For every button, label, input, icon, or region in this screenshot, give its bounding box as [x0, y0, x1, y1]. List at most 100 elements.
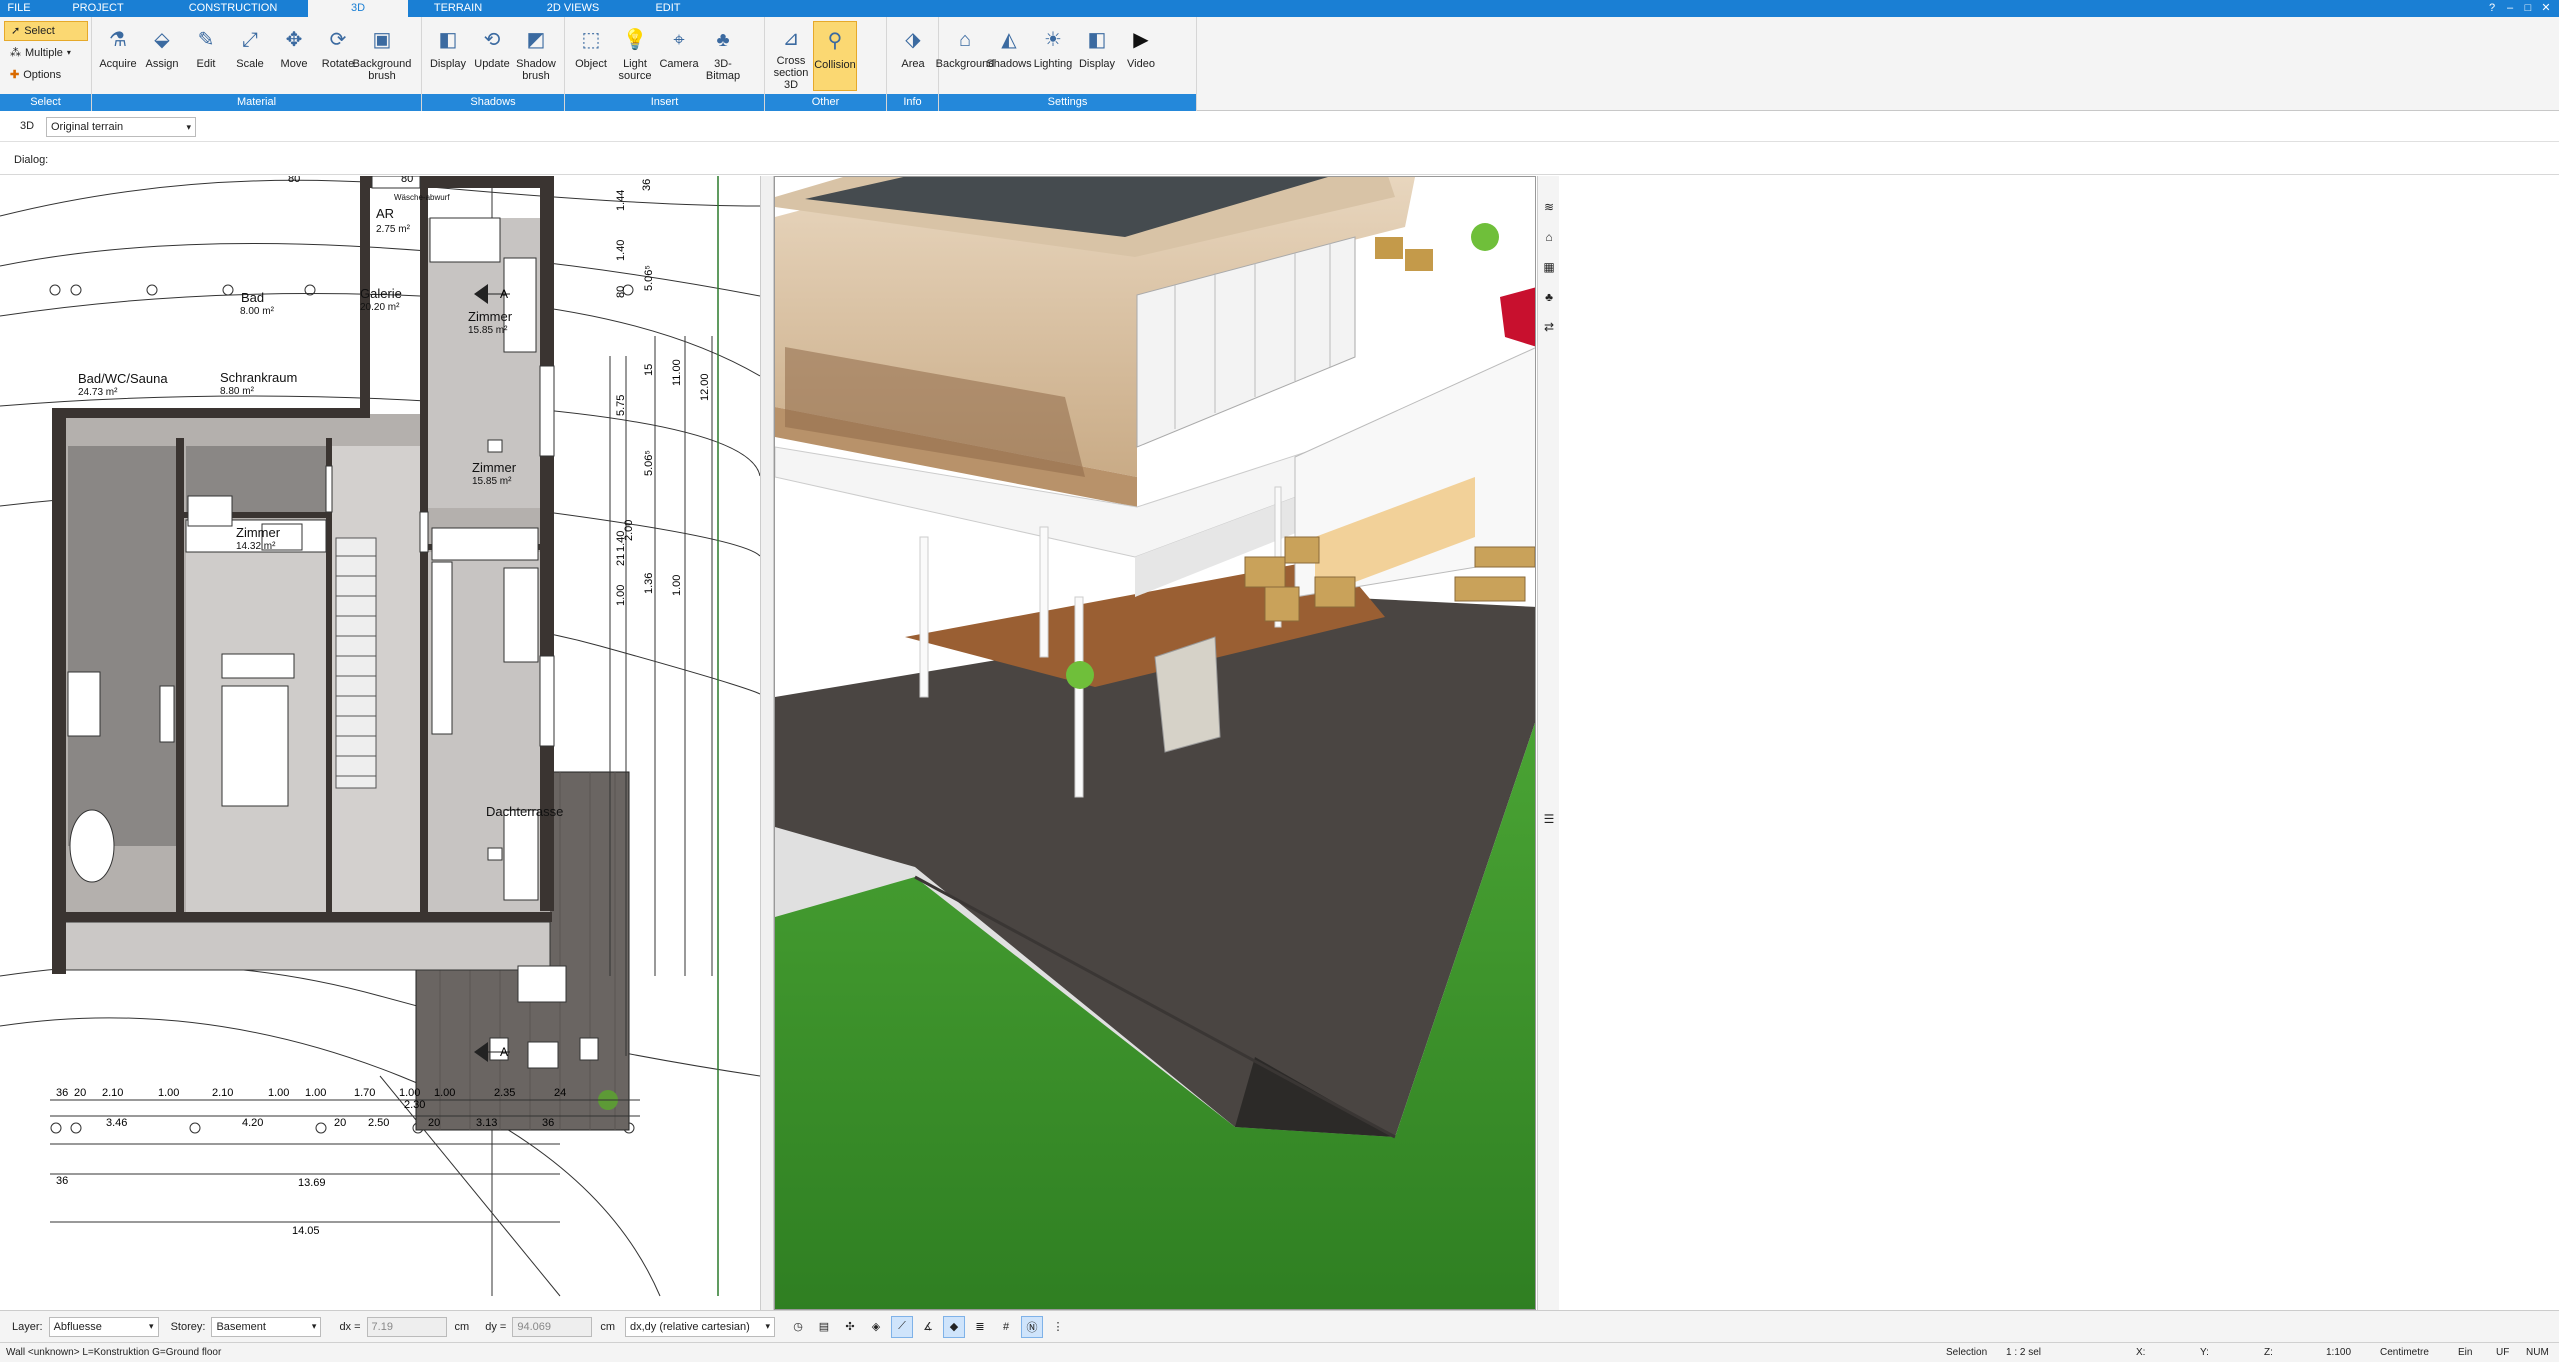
cross-section-3d-button[interactable]: ⊿ Cross section 3D	[769, 21, 813, 92]
update-button[interactable]: ⟲ Update	[470, 21, 514, 91]
snap-layer-icon[interactable]: ≣	[969, 1316, 991, 1338]
tab-project[interactable]: PROJECT	[38, 0, 158, 17]
snap-grid-icon[interactable]: ▤	[813, 1316, 835, 1338]
button-label: Move	[280, 58, 308, 70]
display-button[interactable]: ◧ Display	[1075, 21, 1119, 91]
shadows-button[interactable]: ◭ Shadows	[986, 21, 1032, 91]
button-label: Shadows	[986, 58, 1032, 70]
room-name: Zimmer	[472, 460, 517, 475]
dimension: 36	[542, 1117, 554, 1129]
button-label: Video	[1127, 58, 1155, 70]
close-icon[interactable]: ✕	[2539, 1, 2553, 15]
lighting-icon: ☀	[1044, 29, 1062, 51]
sauna-bench	[67, 671, 101, 737]
snap-point-icon[interactable]: ✣	[839, 1316, 861, 1338]
clock-icon[interactable]: ◷	[787, 1316, 809, 1338]
button-label: Light source	[618, 58, 652, 82]
move-button[interactable]: ✥ Move	[272, 21, 316, 91]
furniture-icon[interactable]: ⌂	[1538, 226, 1560, 248]
snap-object-icon[interactable]: ◈	[865, 1316, 887, 1338]
camera-button[interactable]: ⌖ Camera	[657, 21, 701, 91]
eyedropper-icon: ⚗	[109, 29, 127, 51]
shadow-brush-button[interactable]: ◩ Shadow brush	[514, 21, 558, 91]
help-icon[interactable]: ?	[2485, 1, 2499, 15]
button-label: Shadow brush	[516, 58, 556, 82]
room-area: 20.20 m²	[360, 302, 400, 313]
layers-icon[interactable]: ≋	[1538, 196, 1560, 218]
area-button[interactable]: ⬗ Area	[891, 21, 935, 91]
tab-edit[interactable]: EDIT	[638, 0, 698, 17]
button-label: Scale	[236, 58, 264, 70]
edit-button[interactable]: ✎ Edit	[184, 21, 228, 91]
floor-plan-canvas[interactable]: A A AR 2.75 m² Wäsche-abwurf Bad 8.00 m²…	[0, 176, 760, 1310]
dimension: 2.10	[212, 1087, 233, 1099]
display-button[interactable]: ◧ Display	[426, 21, 470, 91]
dimension: 1.00	[399, 1087, 420, 1099]
room-name: Schrankraum	[220, 370, 297, 385]
tab-construction[interactable]: CONSTRUCTION	[158, 0, 308, 17]
video-button[interactable]: ▶ Video	[1119, 21, 1163, 91]
svg-text:A: A	[500, 1045, 508, 1059]
more-icon[interactable]: ⋮	[1047, 1316, 1069, 1338]
pane-splitter[interactable]	[760, 176, 774, 1310]
navigation-icon[interactable]: ⇄	[1538, 316, 1560, 338]
lighting-button[interactable]: ☀ Lighting	[1031, 21, 1075, 91]
background-button[interactable]: ⌂ Background	[936, 21, 995, 91]
room-area: 14.32 m²	[236, 541, 276, 552]
stairs[interactable]	[335, 537, 377, 789]
button-label: Update	[474, 58, 510, 70]
dimension: 20	[428, 1117, 440, 1129]
minimize-icon[interactable]: –	[2503, 1, 2517, 15]
dy-input[interactable]: 94.069	[512, 1316, 593, 1337]
grid-icon[interactable]: #	[995, 1316, 1017, 1338]
dimension: 80	[401, 176, 413, 185]
lightbulb-icon: 💡	[622, 29, 648, 51]
floor-plan-view[interactable]: A A AR 2.75 m² Wäsche-abwurf Bad 8.00 m²…	[0, 176, 760, 1310]
dx-input[interactable]: 7.19	[366, 1316, 447, 1337]
tab-file[interactable]: FILE	[0, 0, 38, 17]
chevron-down-icon: ▾	[66, 48, 71, 57]
terrain-select[interactable]: Original terrain ▾	[46, 117, 196, 137]
menu-icon[interactable]: ☰	[1538, 808, 1560, 830]
object-button[interactable]: ⬚ Object	[569, 21, 613, 91]
3d-render-canvas[interactable]	[775, 177, 1536, 1310]
button-label: Display	[429, 58, 467, 70]
group-shadows: ◧ Display ⟲ Update ◩ Shadow brush Shadows	[422, 17, 565, 111]
dimension: 20	[74, 1087, 86, 1099]
scale-button[interactable]: ⤢ Scale	[228, 21, 272, 91]
materials-icon[interactable]: ▦	[1538, 256, 1560, 278]
snap-angle-icon[interactable]: ∡	[917, 1316, 939, 1338]
group-label: Settings	[939, 94, 1196, 111]
tab-3d[interactable]: 3D	[308, 0, 408, 17]
num-snap-icon[interactable]: Ⓝ	[1021, 1315, 1043, 1338]
tab-2d-views[interactable]: 2D VIEWS	[508, 0, 638, 17]
options-button[interactable]: ✚ Options	[4, 65, 88, 85]
3d-bitmap-button[interactable]: ♣ 3D-Bitmap	[701, 21, 745, 91]
3d-view[interactable]	[774, 176, 1536, 1310]
tree-icon[interactable]: ♣	[1538, 286, 1560, 308]
storey-select[interactable]: Basement ▾	[211, 1316, 322, 1337]
light-source-button[interactable]: 💡 Light source	[613, 21, 657, 91]
refresh-icon: ⟲	[483, 29, 501, 51]
room-area: 2.75 m²	[376, 224, 411, 235]
acquire-button[interactable]: ⚗ Acquire	[96, 21, 140, 91]
maximize-icon[interactable]: □	[2521, 1, 2535, 15]
layer-select[interactable]: Abfluesse ▾	[48, 1316, 159, 1337]
snap-line-icon[interactable]: ⟋	[891, 1315, 913, 1338]
button-label: Cross section 3D	[773, 55, 809, 91]
collision-button[interactable]: ⚲ Collision	[813, 21, 857, 91]
multiple-button[interactable]: ⁂ Multiple ▾	[4, 43, 88, 63]
group-other: ⊿ Cross section 3D ⚲ Collision Other	[765, 17, 887, 111]
snap-plane-icon[interactable]: ◆	[943, 1315, 965, 1338]
area-icon: ⬗	[905, 29, 921, 51]
background-brush-button[interactable]: ▣ Background brush	[353, 21, 412, 91]
coord-mode-select[interactable]: dx,dy (relative cartesian) ▾	[625, 1316, 775, 1337]
dimension: 1.00	[615, 585, 627, 606]
beach-chair[interactable]	[1154, 636, 1221, 753]
assign-button[interactable]: ⬙ Assign	[140, 21, 184, 91]
tab-terrain[interactable]: TERRAIN	[408, 0, 508, 17]
select-button[interactable]: ➚ Select	[4, 21, 88, 41]
dimension: 3.46	[106, 1117, 127, 1129]
selection-count: 1 : 2 sel	[2006, 1347, 2042, 1358]
dx-label: dx =	[339, 1320, 361, 1333]
